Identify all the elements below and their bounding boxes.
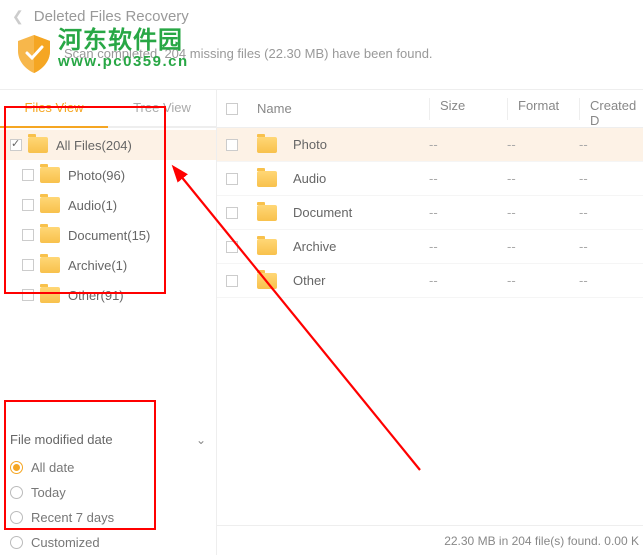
table-row[interactable]: Other -- -- --	[217, 264, 643, 298]
radio-all-date[interactable]: All date	[10, 455, 206, 480]
select-all-checkbox[interactable]	[226, 103, 238, 115]
tree-label: Other(91)	[68, 288, 124, 303]
tree-label: All Files(204)	[56, 138, 132, 153]
radio-icon	[10, 461, 23, 474]
radio-customized[interactable]: Customized	[10, 530, 206, 555]
table-row[interactable]: Document -- -- --	[217, 196, 643, 230]
shield-icon	[12, 31, 56, 75]
file-tree: All Files(204) Photo(96) Audio(1) Docume…	[0, 128, 216, 312]
tree-item-archive[interactable]: Archive(1)	[0, 250, 216, 280]
cell-name: Document	[293, 205, 352, 220]
tree-item-audio[interactable]: Audio(1)	[0, 190, 216, 220]
radio-today[interactable]: Today	[10, 480, 206, 505]
tree-label: Archive(1)	[68, 258, 127, 273]
cell-size: --	[429, 137, 507, 152]
col-format[interactable]: Format	[507, 98, 579, 120]
footer-status: 22.30 MB in 204 file(s) found. 0.00 K	[444, 534, 639, 548]
checkbox-icon[interactable]	[22, 229, 34, 241]
checkbox-icon[interactable]	[22, 259, 34, 271]
row-checkbox[interactable]	[226, 241, 238, 253]
chevron-down-icon: ⌄	[196, 433, 206, 447]
row-checkbox[interactable]	[226, 207, 238, 219]
tree-item-photo[interactable]: Photo(96)	[0, 160, 216, 190]
filter-title: File modified date	[10, 432, 113, 447]
folder-icon	[257, 205, 277, 221]
cell-name: Photo	[293, 137, 327, 152]
folder-icon	[40, 167, 60, 183]
cell-size: --	[429, 171, 507, 186]
checkbox-icon[interactable]	[22, 289, 34, 301]
radio-icon	[10, 536, 23, 549]
cell-name: Audio	[293, 171, 326, 186]
cell-format: --	[507, 239, 579, 254]
cell-created: --	[579, 171, 643, 186]
radio-label: Today	[31, 485, 66, 500]
tree-label: Document(15)	[68, 228, 150, 243]
filter-header[interactable]: File modified date ⌄	[10, 428, 206, 455]
tab-tree-view[interactable]: Tree View	[108, 90, 216, 126]
table-header: Name Size Format Created D	[217, 90, 643, 128]
table-row[interactable]: Audio -- -- --	[217, 162, 643, 196]
row-checkbox[interactable]	[226, 275, 238, 287]
cell-size: --	[429, 239, 507, 254]
checkbox-icon[interactable]	[22, 169, 34, 181]
folder-icon	[257, 137, 277, 153]
row-checkbox[interactable]	[226, 173, 238, 185]
cell-format: --	[507, 171, 579, 186]
tree-label: Audio(1)	[68, 198, 117, 213]
table-row[interactable]: Archive -- -- --	[217, 230, 643, 264]
row-checkbox[interactable]	[226, 139, 238, 151]
cell-created: --	[579, 137, 643, 152]
cell-created: --	[579, 205, 643, 220]
cell-size: --	[429, 205, 507, 220]
checkbox-icon[interactable]	[22, 199, 34, 211]
folder-icon	[40, 257, 60, 273]
cell-created: --	[579, 239, 643, 254]
folder-icon	[257, 171, 277, 187]
col-name[interactable]: Name	[253, 101, 429, 116]
radio-label: Recent 7 days	[31, 510, 114, 525]
col-size[interactable]: Size	[429, 98, 507, 120]
tree-item-all-files[interactable]: All Files(204)	[0, 130, 216, 160]
cell-format: --	[507, 137, 579, 152]
tree-item-document[interactable]: Document(15)	[0, 220, 216, 250]
cell-name: Other	[293, 273, 326, 288]
radio-icon	[10, 511, 23, 524]
folder-icon	[40, 227, 60, 243]
cell-size: --	[429, 273, 507, 288]
radio-label: Customized	[31, 535, 100, 550]
radio-recent-7-days[interactable]: Recent 7 days	[10, 505, 206, 530]
radio-label: All date	[31, 460, 74, 475]
cell-name: Archive	[293, 239, 336, 254]
table-row[interactable]: Photo -- -- --	[217, 128, 643, 162]
radio-icon	[10, 486, 23, 499]
cell-format: --	[507, 205, 579, 220]
back-icon[interactable]: ❮	[12, 8, 24, 25]
cell-format: --	[507, 273, 579, 288]
cell-created: --	[579, 273, 643, 288]
tab-files-view[interactable]: Files View	[0, 90, 108, 128]
checkbox-icon[interactable]	[10, 139, 22, 151]
col-created[interactable]: Created D	[579, 98, 643, 120]
tree-item-other[interactable]: Other(91)	[0, 280, 216, 310]
page-title: Deleted Files Recovery	[34, 8, 189, 25]
folder-icon	[257, 239, 277, 255]
folder-icon	[28, 137, 48, 153]
folder-icon	[40, 287, 60, 303]
folder-icon	[257, 273, 277, 289]
scan-status-text: Scan completed. 204 missing files (22.30…	[64, 46, 433, 61]
tree-label: Photo(96)	[68, 168, 125, 183]
folder-icon	[40, 197, 60, 213]
